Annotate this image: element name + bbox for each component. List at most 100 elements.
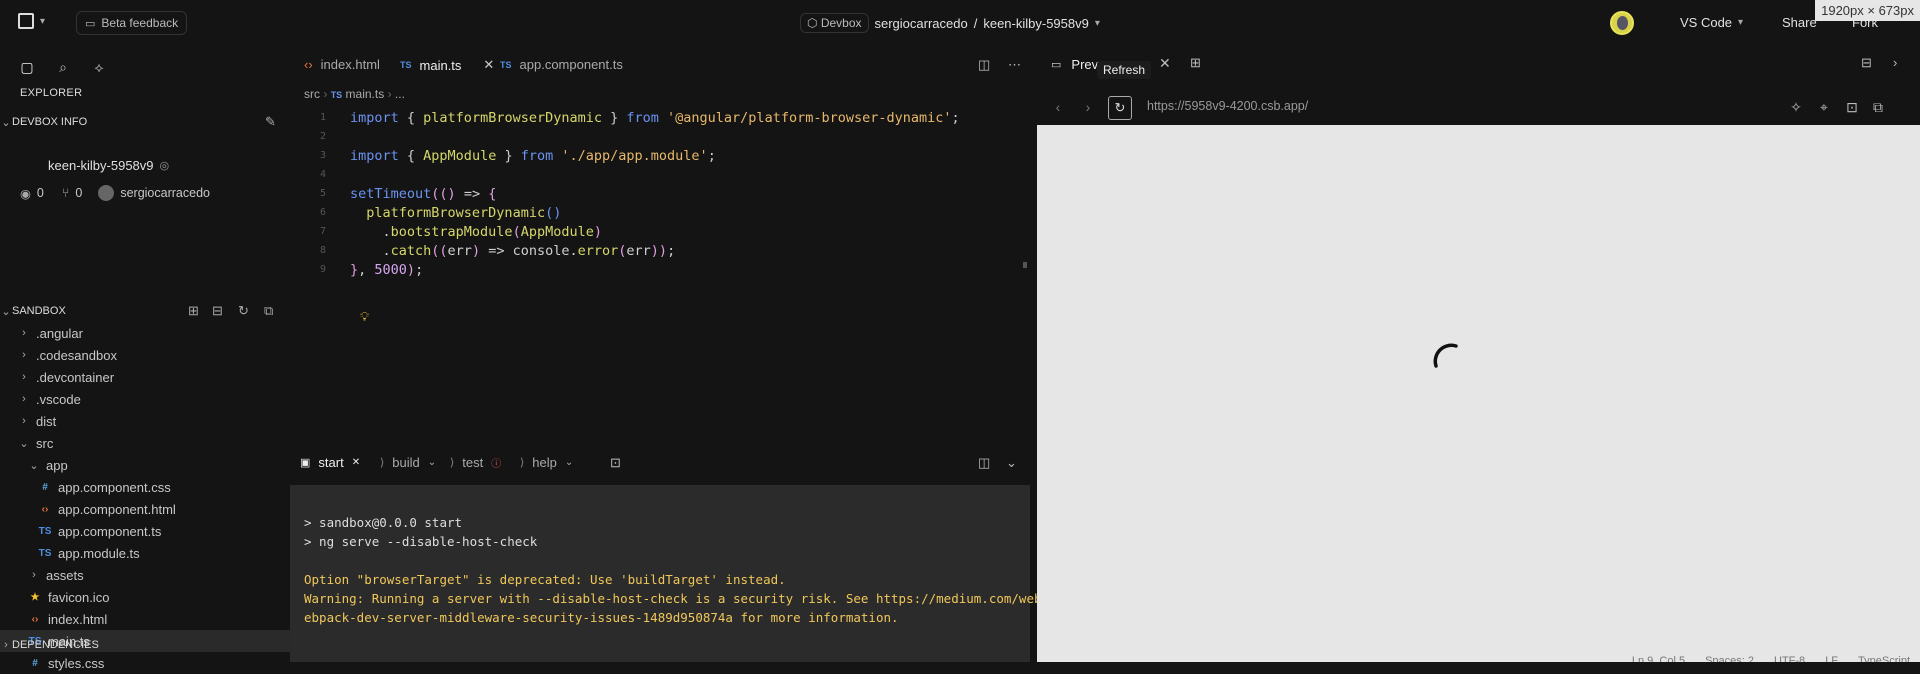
more-icon[interactable]: ⋯: [1008, 57, 1021, 73]
console-icon[interactable]: ⊡: [1843, 98, 1861, 116]
square-icon: [18, 13, 34, 29]
breadcrumb-more[interactable]: ...: [395, 87, 405, 101]
avatar[interactable]: [1610, 11, 1634, 35]
code-line: 9}, 5000);: [290, 258, 423, 281]
edit-icon[interactable]: ✎: [265, 114, 276, 130]
tree-item-label: .vscode: [36, 391, 81, 407]
activity-bar: ▢ ⌕ ⟡: [0, 47, 290, 87]
tree-item-label: dist: [36, 413, 57, 429]
tree-item[interactable]: › dist: [0, 410, 290, 432]
tree-item[interactable]: › .vscode: [0, 388, 290, 410]
crosshair-icon[interactable]: ⌖: [1815, 98, 1833, 116]
devbox-info-title: DEVBOX INFO: [12, 116, 88, 128]
tree-item[interactable]: # app.component.css: [0, 476, 290, 498]
terminal-tab[interactable]: ⟩ test ⓘ: [450, 455, 501, 470]
new-folder-icon[interactable]: ⊟: [212, 303, 223, 319]
tree-item[interactable]: ⌄ app: [0, 454, 290, 476]
back-icon[interactable]: ‹: [1049, 98, 1067, 116]
chevron-right-icon[interactable]: ›: [1893, 55, 1897, 70]
chevron-down-icon[interactable]: ▾: [1095, 18, 1100, 29]
indentation[interactable]: Spaces: 2: [1705, 652, 1754, 662]
editor-tab[interactable]: TS main.ts ✕: [400, 57, 494, 73]
tree-item[interactable]: › .angular: [0, 322, 290, 344]
sandbox-header[interactable]: ⌄ SANDBOX ⊞ ⊟ ↻ ⧉: [0, 300, 290, 322]
scrollbar[interactable]: [1023, 262, 1027, 268]
layout-icon[interactable]: ⊟: [1861, 55, 1872, 71]
search-icon[interactable]: ⌕: [54, 58, 72, 76]
line-number: 2: [319, 131, 326, 142]
terminal-tab[interactable]: ▣ start ✕: [300, 455, 360, 470]
devbox-info-header[interactable]: ⌄ DEVBOX INFO ✎: [0, 111, 290, 133]
avatar-icon: [98, 185, 115, 201]
code-token: ,: [358, 261, 375, 278]
url-bar[interactable]: https://5958v9-4200.csb.app/: [1147, 99, 1308, 113]
owner-name[interactable]: sergiocarracedo: [120, 186, 210, 200]
tree-item[interactable]: ⌄ src: [0, 432, 290, 454]
terminal-warning-line: Option "browserTarget" is deprecated: Us…: [304, 572, 786, 587]
new-file-icon[interactable]: ⊞: [188, 303, 199, 319]
line-ending[interactable]: LF: [1825, 652, 1838, 662]
project-name[interactable]: keen-kilby-5958v9: [983, 16, 1089, 31]
share-button[interactable]: Share: [1782, 15, 1817, 30]
dimensions-badge: 1920px × 673px: [1815, 0, 1920, 21]
tree-item[interactable]: › .codesandbox: [0, 344, 290, 366]
share-label: Share: [1782, 15, 1817, 30]
lightbulb-icon[interactable]: 💡︎: [360, 309, 369, 325]
new-terminal-icon[interactable]: ⊡: [610, 455, 621, 471]
menu-button[interactable]: ▾: [18, 13, 45, 29]
close-icon[interactable]: ✕: [352, 457, 360, 468]
code-token: ): [593, 223, 602, 240]
sparkle-icon[interactable]: ✧: [1787, 98, 1805, 116]
cursor-position[interactable]: Ln 9, Col 5: [1632, 652, 1685, 662]
owner-link[interactable]: sergiocarracedo: [875, 16, 968, 31]
editor-tab[interactable]: TS app.component.ts: [500, 57, 623, 72]
ide-select[interactable]: VS Code ▾: [1680, 15, 1743, 30]
tree-item-label: app.component.ts: [58, 523, 162, 539]
files-icon[interactable]: ▢: [18, 58, 36, 76]
chevron-down-icon[interactable]: ⌄: [428, 457, 436, 468]
terminal-tab[interactable]: ⟩ help ⌄: [520, 455, 573, 470]
add-tab-icon[interactable]: ⊞: [1190, 55, 1201, 71]
split-terminal-icon[interactable]: ◫: [978, 455, 990, 471]
dependencies-header[interactable]: › DEPENDENCIES: [0, 634, 290, 656]
tree-item[interactable]: TS app.component.ts: [0, 520, 290, 542]
chevron-right-icon: ›: [22, 349, 26, 361]
forward-icon[interactable]: ›: [1079, 98, 1097, 116]
chevron-down-icon[interactable]: ⌄: [565, 457, 573, 468]
language-mode[interactable]: TypeScript: [1858, 652, 1910, 662]
preview-tab[interactable]: ▭ Prev: [1051, 57, 1098, 72]
chevron-down-icon[interactable]: ⌄: [1006, 455, 1017, 471]
code-token: import: [350, 147, 399, 164]
code-token: .: [350, 223, 391, 240]
open-external-icon[interactable]: ⧉: [1869, 98, 1887, 116]
dependencies-title: DEPENDENCIES: [12, 639, 99, 651]
tree-item[interactable]: TS app.module.ts: [0, 542, 290, 564]
refresh-icon[interactable]: ↻: [1108, 96, 1132, 120]
editor-tab[interactable]: ‹› index.html: [304, 57, 380, 72]
tree-item-label: index.html: [48, 611, 108, 627]
tree-item[interactable]: ‹› index.html: [0, 608, 290, 630]
split-editor-icon[interactable]: ◫: [978, 57, 990, 73]
terminal-output[interactable]: > sandbox@0.0.0 start > ng serve --disabl…: [290, 485, 1087, 662]
line-number: 8: [319, 245, 326, 256]
collapse-icon[interactable]: ⧉: [264, 303, 273, 319]
eye-icon: ◉: [20, 186, 31, 201]
tree-item[interactable]: ‹› app.component.html: [0, 498, 290, 520]
chevron-down-icon: ▾: [40, 15, 46, 27]
tree-item[interactable]: › .devcontainer: [0, 366, 290, 388]
breadcrumb-folder[interactable]: src: [304, 87, 320, 101]
terminal-tab[interactable]: ⟩ build ⌄: [380, 455, 436, 470]
beta-feedback-button[interactable]: ▭ Beta feedback: [76, 11, 188, 35]
refresh-icon[interactable]: ↻: [238, 303, 249, 319]
error-icon[interactable]: ⓘ: [491, 455, 501, 470]
tree-item[interactable]: › assets: [0, 564, 290, 586]
source-control-icon[interactable]: ⟡: [90, 58, 108, 76]
code-token: 5000: [374, 261, 407, 278]
encoding[interactable]: UTF-8: [1774, 652, 1805, 662]
close-icon[interactable]: ✕: [1159, 55, 1171, 72]
preview-canvas[interactable]: [1037, 125, 1920, 662]
breadcrumb-file[interactable]: main.ts: [346, 87, 385, 101]
tree-item[interactable]: ★ favicon.ico: [0, 586, 290, 608]
close-icon[interactable]: ✕: [483, 57, 494, 73]
line-number: 9: [319, 264, 326, 275]
